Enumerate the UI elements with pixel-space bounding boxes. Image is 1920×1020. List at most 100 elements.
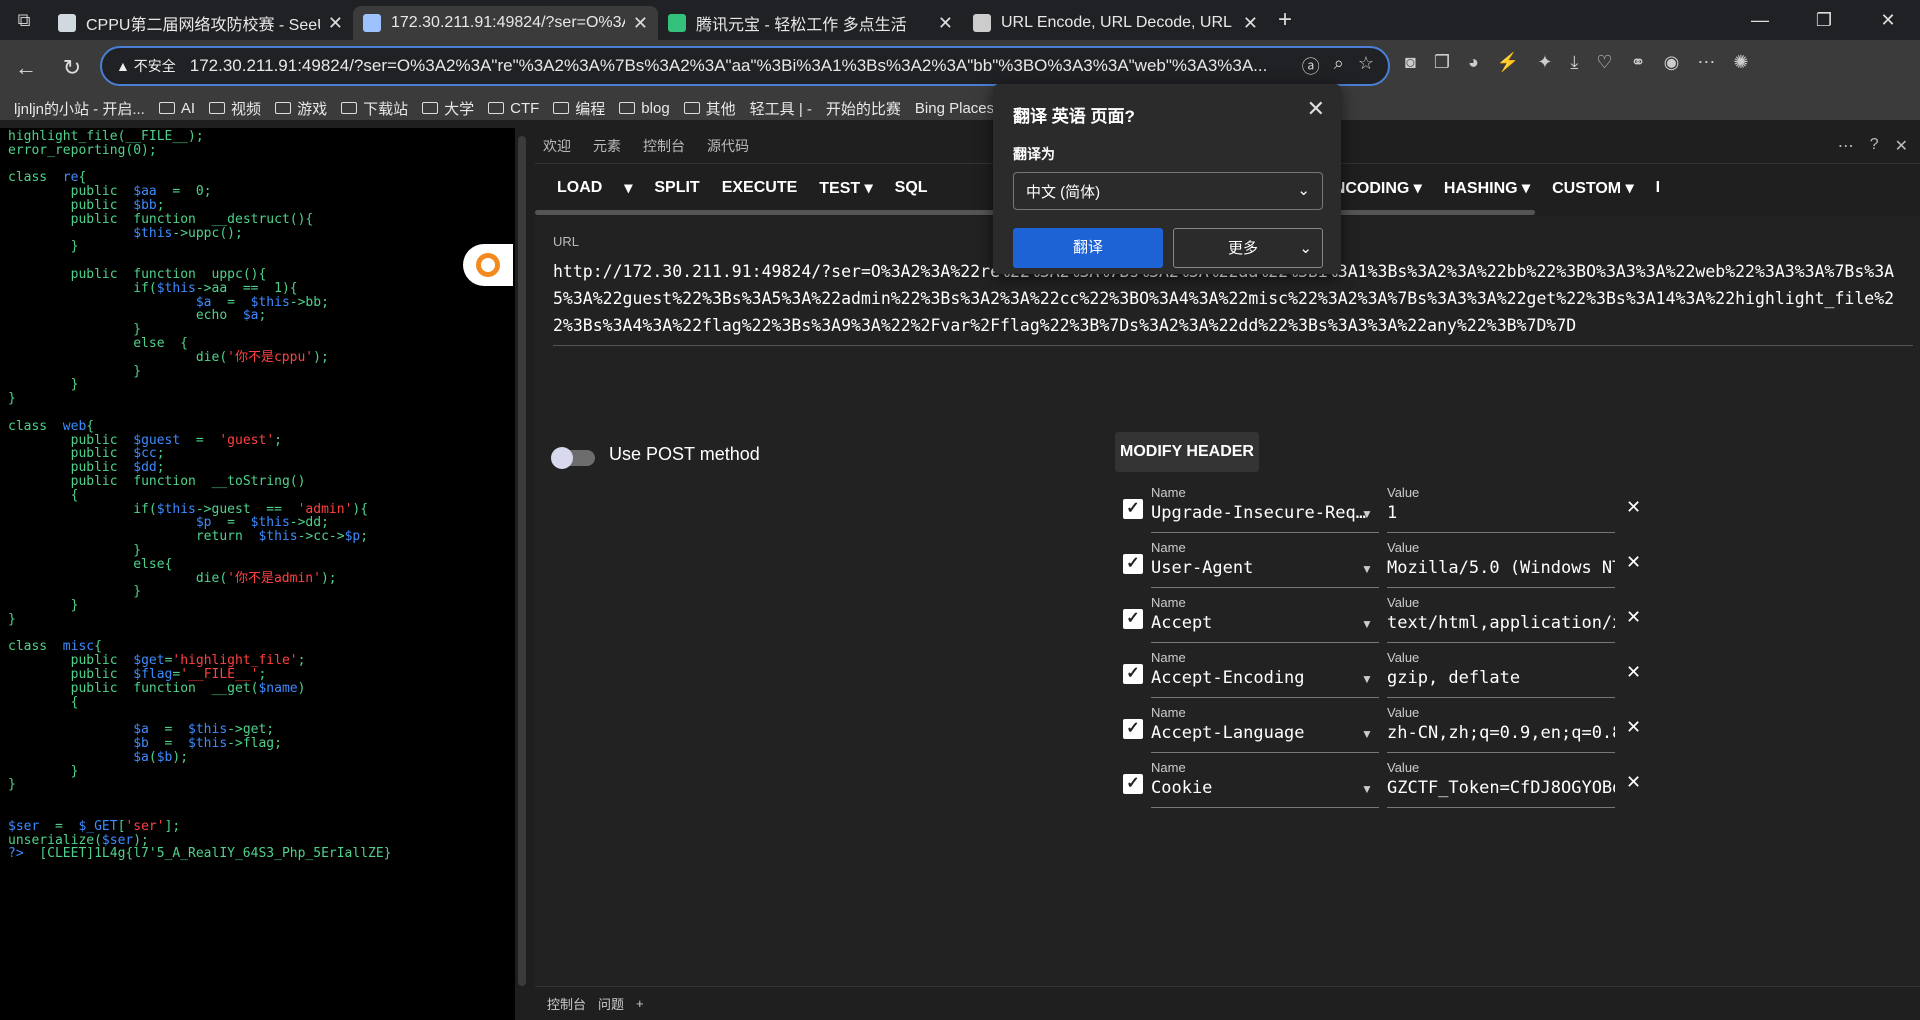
modify-header-button[interactable]: MODIFY HEADER: [1115, 432, 1259, 472]
header-value-field[interactable]: Mozilla/5.0 (Windows NT 10: [1387, 558, 1615, 588]
header-enabled-checkbox[interactable]: ✓: [1123, 609, 1143, 629]
devtools-tab[interactable]: 控制台: [643, 136, 685, 156]
drawer-tab[interactable]: 问题: [598, 994, 624, 1013]
minimize-button[interactable]: —: [1728, 0, 1792, 40]
dropdown-caret-icon[interactable]: ▼: [1361, 617, 1373, 631]
dropdown-caret-icon[interactable]: ▼: [1361, 782, 1373, 796]
header-name-field[interactable]: Accept-Language: [1151, 723, 1379, 753]
workspaces-icon[interactable]: ⚭: [1631, 52, 1646, 73]
remove-header-icon[interactable]: ✕: [1626, 607, 1641, 628]
floating-assistant-button[interactable]: [463, 244, 513, 286]
remove-header-icon[interactable]: ✕: [1626, 497, 1641, 518]
remove-header-icon[interactable]: ✕: [1626, 772, 1641, 793]
extension-icon[interactable]: ⚡: [1497, 52, 1519, 73]
hackbar-menu-item[interactable]: I: [1656, 179, 1660, 197]
bookmark-item[interactable]: ljnljn的小站 - 开启...: [14, 98, 145, 119]
close-tab-icon[interactable]: ✕: [633, 13, 648, 34]
browser-tab[interactable]: 腾讯元宝 - 轻松工作 多点生活 ✕: [658, 6, 963, 40]
dropdown-caret-icon[interactable]: ▼: [1361, 727, 1373, 741]
bookmark-item[interactable]: blog: [619, 100, 670, 117]
close-devtools-icon[interactable]: ✕: [1895, 136, 1908, 156]
read-aloud-icon[interactable]: ⓐ: [1302, 53, 1320, 79]
header-name-field[interactable]: Cookie: [1151, 778, 1379, 808]
bookmark-item[interactable]: 视频: [209, 98, 261, 119]
hackbar-menu-item[interactable]: SQL: [895, 179, 928, 197]
header-enabled-checkbox[interactable]: ✓: [1123, 719, 1143, 739]
bookmark-item[interactable]: 编程: [553, 98, 605, 119]
reload-button[interactable]: ↻: [52, 48, 92, 88]
header-enabled-checkbox[interactable]: ✓: [1123, 774, 1143, 794]
close-window-button[interactable]: ✕: [1856, 0, 1920, 40]
header-value-field[interactable]: gzip, deflate: [1387, 668, 1615, 698]
favorite-star-icon[interactable]: ☆: [1358, 53, 1374, 79]
extension-icon[interactable]: ◙: [1405, 52, 1416, 73]
extensions-puzzle-icon[interactable]: ✦: [1537, 52, 1552, 73]
hackbar-menu-item[interactable]: EXECUTE: [722, 179, 798, 197]
header-enabled-checkbox[interactable]: ✓: [1123, 554, 1143, 574]
header-enabled-checkbox[interactable]: ✓: [1123, 499, 1143, 519]
dropdown-caret-icon[interactable]: ▼: [1361, 672, 1373, 686]
bookmark-item[interactable]: 大学: [422, 98, 474, 119]
header-name-field[interactable]: Accept: [1151, 613, 1379, 643]
header-value-field[interactable]: text/html,application/xhtm: [1387, 613, 1615, 643]
address-input[interactable]: 172.30.211.91:49824/?ser=O%3A2%3A"re"%3A…: [190, 56, 1302, 76]
bookmark-item[interactable]: 游戏: [275, 98, 327, 119]
browser-tab[interactable]: CPPU第二届网络攻防校赛 - SeeU ✕: [48, 6, 353, 40]
dropdown-caret-icon[interactable]: ▼: [1361, 562, 1373, 576]
page-scrollbar[interactable]: [518, 136, 526, 986]
dropdown-caret-icon[interactable]: ▼: [1361, 507, 1373, 521]
devtools-tab[interactable]: 欢迎: [543, 136, 571, 156]
back-button[interactable]: ←: [6, 48, 46, 88]
bookmark-item[interactable]: CTF: [488, 100, 539, 117]
close-tab-icon[interactable]: ✕: [328, 13, 343, 34]
hackbar-menu-item[interactable]: HASHING ▾: [1444, 178, 1530, 198]
bookmark-item[interactable]: AI: [158, 100, 195, 117]
browser-tab[interactable]: URL Encode, URL Decode, URL De ✕: [963, 6, 1268, 40]
copilot-icon[interactable]: ✺: [1733, 52, 1748, 73]
header-value-field[interactable]: zh-CN,zh;q=0.9,en;q=0.8,en: [1387, 723, 1615, 753]
more-menu-icon[interactable]: ⋯: [1697, 52, 1715, 73]
header-name-field[interactable]: Upgrade-Insecure-Req…: [1151, 503, 1379, 533]
hackbar-menu-item[interactable]: LOAD: [557, 179, 602, 197]
more-options-icon[interactable]: ⋯: [1838, 136, 1854, 156]
remove-header-icon[interactable]: ✕: [1626, 662, 1641, 683]
post-method-toggle[interactable]: [551, 447, 595, 469]
close-tab-icon[interactable]: ✕: [938, 13, 953, 34]
header-value-field[interactable]: GZCTF_Token=CfDJ8OGYOBdjl0: [1387, 778, 1615, 808]
hackbar-menu-item[interactable]: ▾: [624, 178, 632, 198]
hackbar-menu-item[interactable]: CUSTOM ▾: [1552, 178, 1634, 198]
devtools-tab[interactable]: 元素: [593, 136, 621, 156]
help-icon[interactable]: ?: [1870, 136, 1879, 156]
drawer-tab[interactable]: 控制台: [547, 994, 586, 1013]
health-icon[interactable]: ♡: [1596, 52, 1612, 73]
remove-header-icon[interactable]: ✕: [1626, 717, 1641, 738]
browser-tab[interactable]: 172.30.211.91:49824/?ser=O%3A ✕: [353, 6, 658, 40]
new-tab-button[interactable]: +: [1278, 6, 1292, 34]
restore-button[interactable]: ❐: [1792, 0, 1856, 40]
collections-icon[interactable]: ❐: [1434, 52, 1450, 73]
tab-actions-icon[interactable]: ⧉: [0, 10, 48, 31]
zoom-icon[interactable]: ⌕: [1334, 53, 1344, 79]
security-warning[interactable]: ▲ 不安全: [116, 56, 176, 76]
bookmark-item[interactable]: 开始的比赛: [826, 98, 901, 119]
extension-icon[interactable]: ◕: [1468, 52, 1479, 73]
drawer-tab[interactable]: +: [636, 996, 644, 1011]
downloads-icon[interactable]: ⤓: [1570, 52, 1578, 73]
omnibox[interactable]: ▲ 不安全 172.30.211.91:49824/?ser=O%3A2%3A"…: [100, 46, 1390, 86]
header-enabled-checkbox[interactable]: ✓: [1123, 664, 1143, 684]
hackbar-menu-item[interactable]: SPLIT: [654, 179, 699, 197]
bookmark-item[interactable]: 下载站: [341, 98, 408, 119]
devtools-tab[interactable]: 源代码: [707, 136, 749, 156]
more-button[interactable]: 更多 ⌄: [1173, 228, 1323, 268]
bookmark-item[interactable]: 其他: [683, 98, 736, 119]
close-tab-icon[interactable]: ✕: [1243, 13, 1258, 34]
language-select[interactable]: 中文 (简体) ⌄: [1013, 172, 1323, 210]
remove-header-icon[interactable]: ✕: [1626, 552, 1641, 573]
header-name-field[interactable]: User-Agent: [1151, 558, 1379, 588]
bookmark-item[interactable]: 轻工具 | -: [750, 98, 812, 119]
hackbar-menu-item[interactable]: TEST ▾: [819, 178, 872, 198]
profile-avatar[interactable]: ◉: [1664, 52, 1680, 73]
header-value-field[interactable]: 1: [1387, 503, 1615, 533]
translate-button[interactable]: 翻译: [1013, 228, 1163, 268]
header-name-field[interactable]: Accept-Encoding: [1151, 668, 1379, 698]
